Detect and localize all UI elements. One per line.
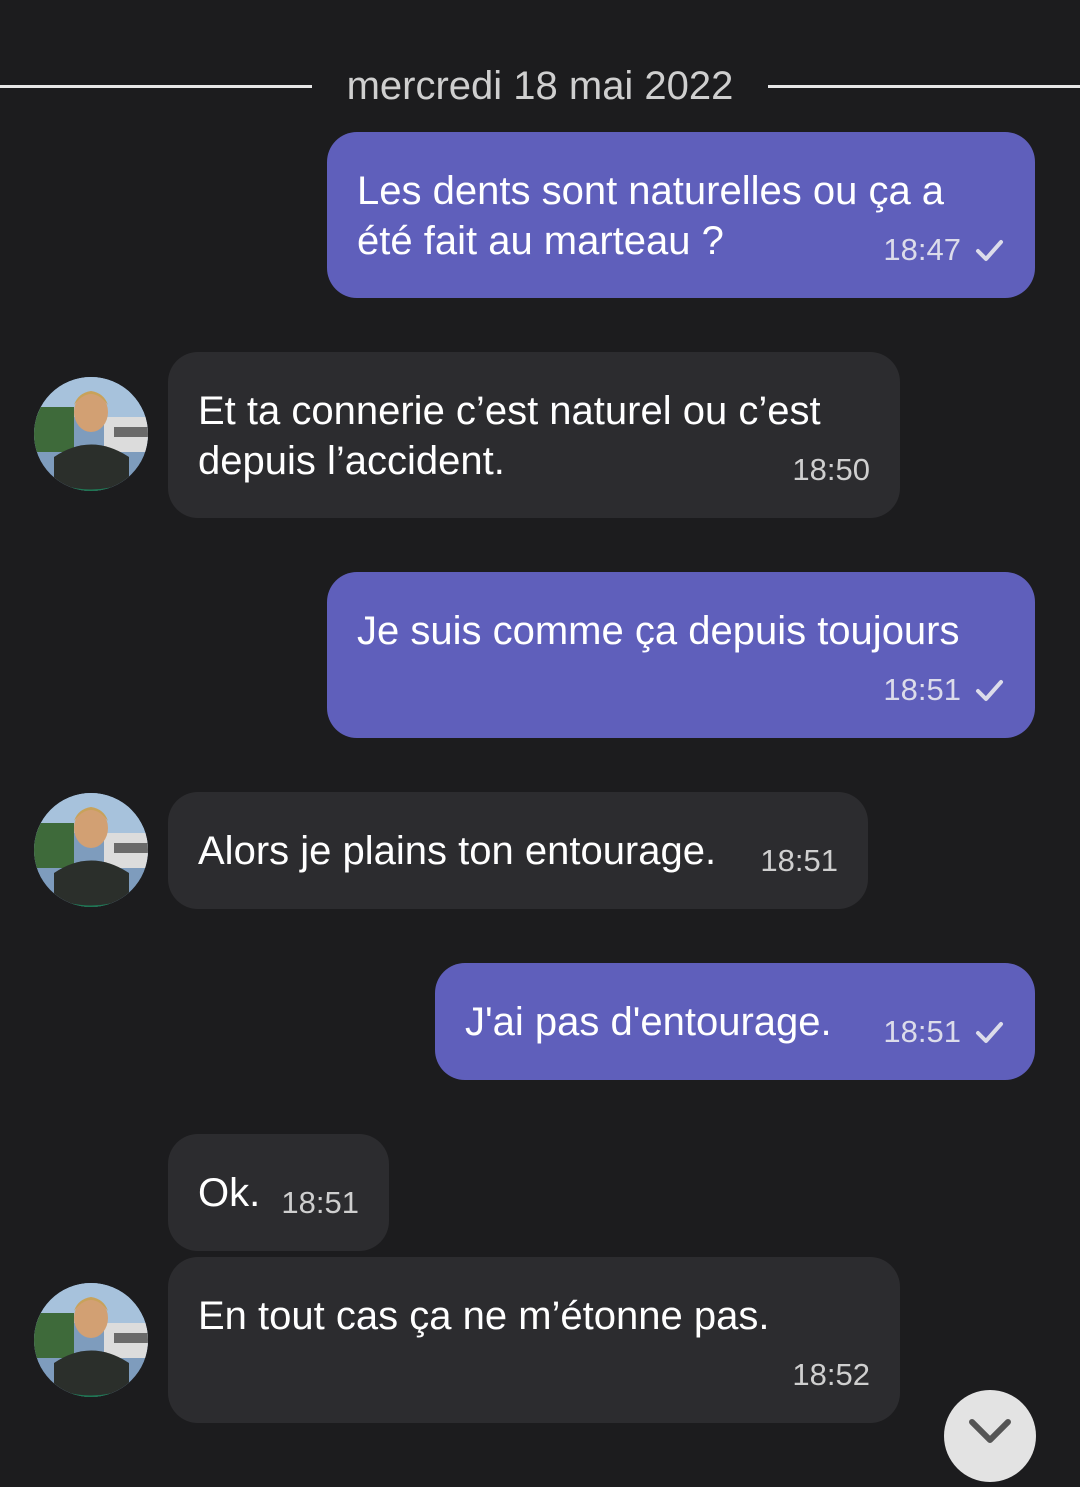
message-meta: 18:51 xyxy=(281,1185,359,1221)
scroll-to-bottom-button[interactable] xyxy=(944,1390,1036,1482)
contact-avatar[interactable] xyxy=(34,793,148,907)
message-text: Alors je plains ton entourage. xyxy=(198,829,717,873)
date-separator: mercredi 18 mai 2022 xyxy=(0,58,1080,118)
message-time: 18:51 xyxy=(760,843,838,878)
message-time: 18:47 xyxy=(883,232,961,267)
outgoing-message[interactable]: Les dents sont naturelles ou ça a été fa… xyxy=(327,132,1035,298)
message-time: 18:52 xyxy=(792,1357,870,1392)
message-meta: 18:51 xyxy=(760,843,838,879)
sent-check-icon xyxy=(976,240,1003,261)
contact-avatar[interactable] xyxy=(34,377,148,491)
incoming-message[interactable]: Alors je plains ton entourage. 18:51 xyxy=(168,792,868,909)
message-meta: 18:51 xyxy=(883,672,1005,708)
message-meta: 18:50 xyxy=(792,452,870,488)
incoming-message[interactable]: Ok. 18:51 xyxy=(168,1134,389,1251)
incoming-message[interactable]: En tout cas ça ne m’étonne pas. 18:52 xyxy=(168,1257,900,1423)
sent-check-icon xyxy=(976,1022,1003,1043)
message-meta: 18:52 xyxy=(792,1357,870,1393)
message-text: Et ta connerie c’est naturel ou c’est de… xyxy=(198,389,821,483)
message-time: 18:50 xyxy=(792,452,870,487)
message-time: 18:51 xyxy=(883,1014,961,1049)
incoming-message[interactable]: Et ta connerie c’est naturel ou c’est de… xyxy=(168,352,900,518)
chevron-down-icon xyxy=(969,1419,1011,1443)
message-meta: 18:51 xyxy=(883,1014,1005,1050)
avatar-photo xyxy=(34,377,148,491)
contact-avatar[interactable] xyxy=(34,1283,148,1397)
sent-check-icon xyxy=(976,680,1003,701)
avatar-photo xyxy=(34,793,148,907)
avatar-photo xyxy=(34,1283,148,1397)
outgoing-message[interactable]: J'ai pas d'entourage. 18:51 xyxy=(435,963,1035,1080)
date-divider-right xyxy=(768,85,1080,88)
date-label: mercredi 18 mai 2022 xyxy=(346,64,734,108)
message-time: 18:51 xyxy=(281,1185,359,1220)
message-text: En tout cas ça ne m’étonne pas. xyxy=(198,1294,770,1338)
outgoing-message[interactable]: Je suis comme ça depuis toujours 18:51 xyxy=(327,572,1035,738)
message-text: Je suis comme ça depuis toujours xyxy=(357,609,960,653)
date-divider-left xyxy=(0,85,312,88)
message-time: 18:51 xyxy=(883,672,961,707)
message-meta: 18:47 xyxy=(883,232,1005,268)
